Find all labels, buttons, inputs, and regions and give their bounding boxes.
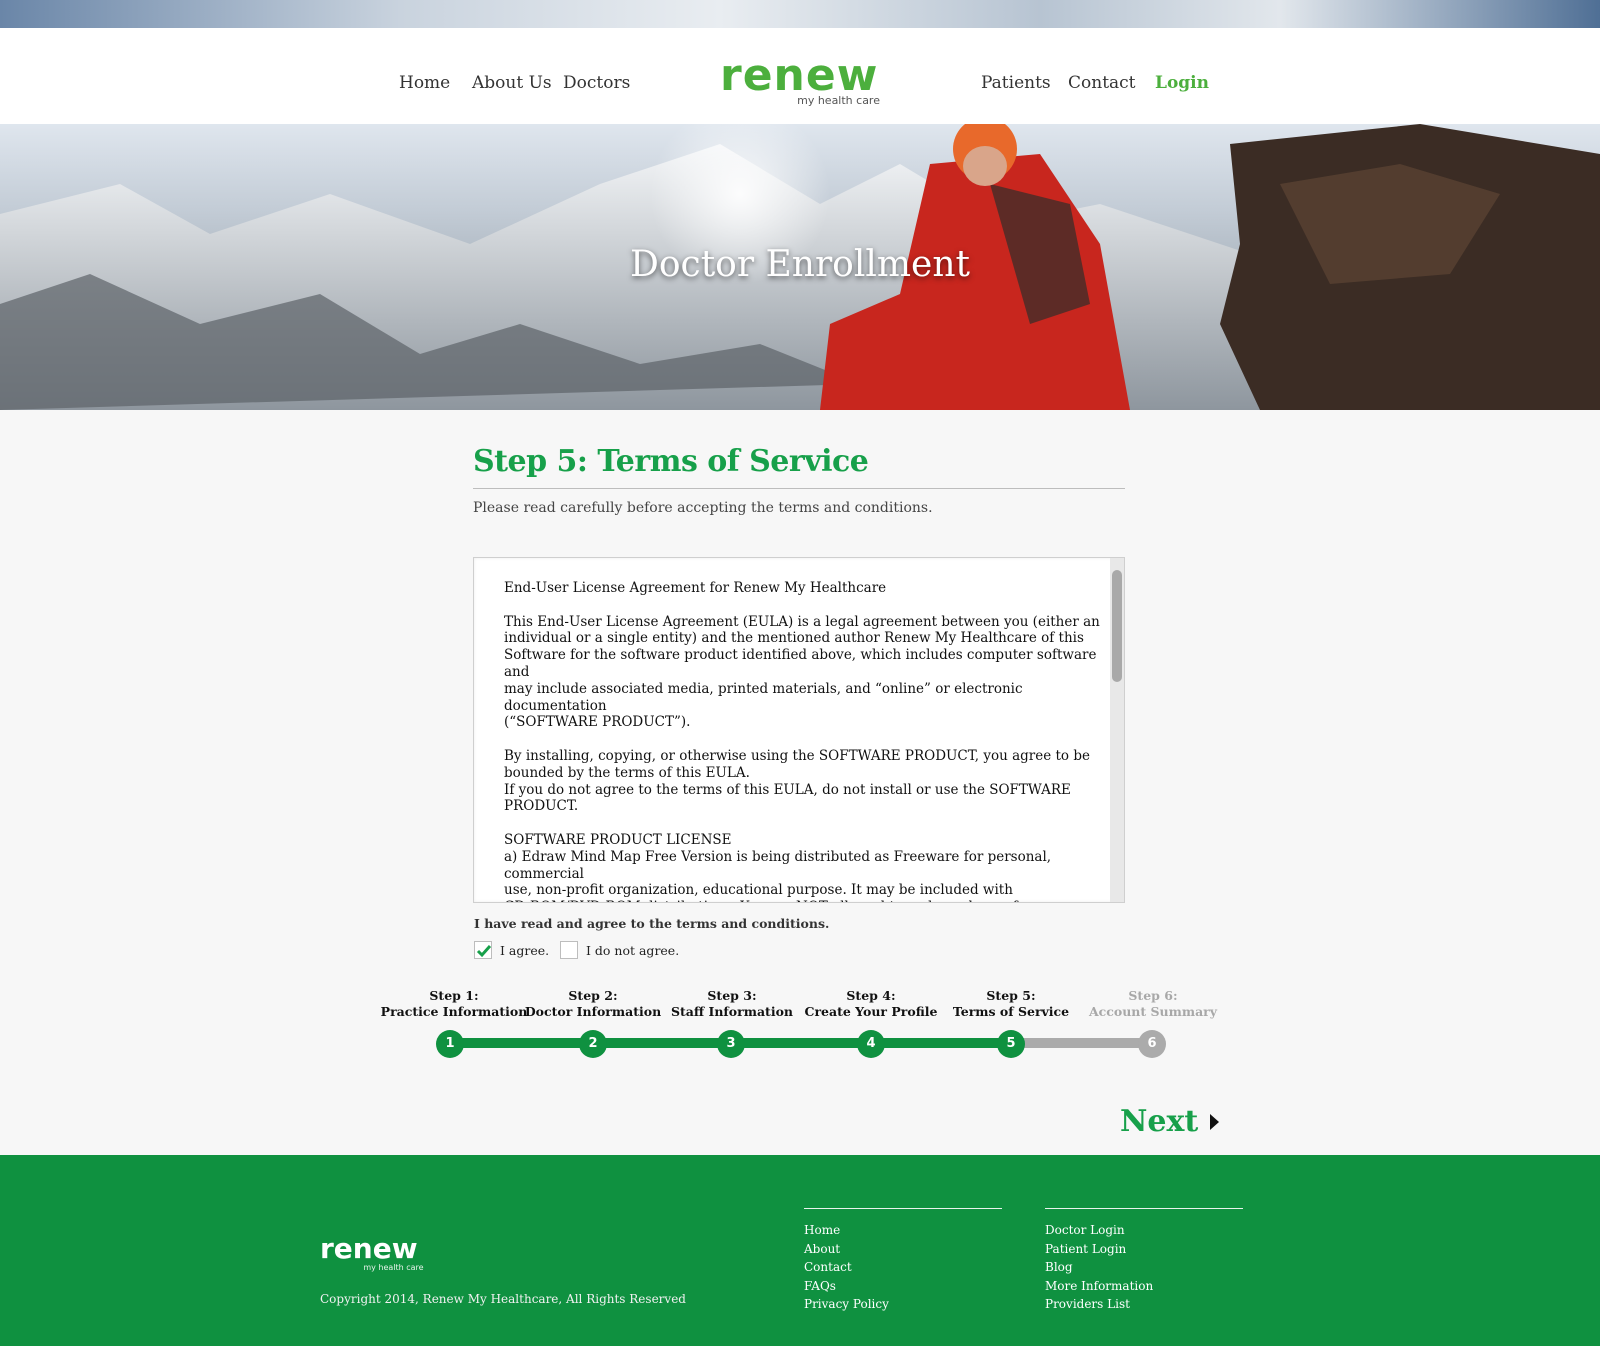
- progress-step-label-1: Step 1: Practice Information: [379, 988, 529, 1020]
- nav-home[interactable]: Home: [399, 73, 450, 93]
- eula-paragraph: End-User License Agreement for Renew My …: [504, 580, 887, 596]
- title-divider: [473, 488, 1125, 489]
- eula-text: End-User License Agreement for Renew My …: [504, 580, 1104, 902]
- progress-node-1[interactable]: 1: [436, 1030, 464, 1058]
- eula-scrollbar-thumb[interactable]: [1112, 570, 1122, 682]
- top-sky-banner: [0, 0, 1600, 28]
- next-button-label: Next: [1120, 1104, 1199, 1139]
- progress-step-name: Doctor Information: [524, 1004, 662, 1019]
- next-button[interactable]: Next: [1120, 1104, 1220, 1139]
- hero-title: Doctor Enrollment: [630, 244, 970, 285]
- footer-link-more-information[interactable]: More Information: [1045, 1277, 1243, 1296]
- footer-link-privacy-policy[interactable]: Privacy Policy: [804, 1295, 1002, 1314]
- disagree-option-label: I do not agree.: [586, 942, 680, 958]
- progress-step-name: Create Your Profile: [804, 1004, 938, 1019]
- footer-link-doctor-login[interactable]: Doctor Login: [1045, 1221, 1243, 1240]
- progress-step-number-text: Step 3:: [707, 988, 757, 1003]
- arrow-right-icon: [1210, 1113, 1220, 1130]
- progress-step-number-text: Step 2:: [568, 988, 618, 1003]
- step-subtitle: Please read carefully before accepting t…: [473, 500, 933, 516]
- progress-node-6: 6: [1138, 1030, 1166, 1058]
- step-title: Step 5: Terms of Service: [473, 444, 869, 479]
- nav-contact[interactable]: Contact: [1068, 73, 1136, 93]
- nav-doctors[interactable]: Doctors: [563, 73, 630, 93]
- brand-logo-word: renew: [720, 50, 879, 101]
- progress-node-5[interactable]: 5: [997, 1030, 1025, 1058]
- check-icon: [476, 945, 492, 958]
- disagree-checkbox[interactable]: [560, 941, 578, 959]
- footer-links-main: Home About Contact FAQs Privacy Policy: [804, 1208, 1002, 1314]
- nav-login[interactable]: Login: [1155, 73, 1209, 93]
- progress-step-number-text: Step 5:: [986, 988, 1036, 1003]
- footer-logo-word: renew: [320, 1232, 418, 1265]
- brand-logo-tagline: my health care: [797, 94, 880, 107]
- footer-links-secondary: Doctor Login Patient Login Blog More Inf…: [1045, 1208, 1243, 1314]
- agree-option-label: I agree.: [500, 942, 550, 958]
- agreement-label: I have read and agree to the terms and c…: [474, 916, 830, 931]
- brand-logo[interactable]: renew my health care: [720, 54, 880, 114]
- nav-about-us[interactable]: About Us: [472, 73, 552, 93]
- progress-step-name: Staff Information: [670, 1004, 794, 1019]
- eula-scrollbar[interactable]: [1110, 558, 1124, 902]
- progress-step-label-2: Step 2: Doctor Information: [518, 988, 668, 1020]
- progress-step-label-3: Step 3: Staff Information: [657, 988, 807, 1020]
- footer-logo-tagline: my health care: [363, 1263, 424, 1272]
- progress-node-4[interactable]: 4: [857, 1030, 885, 1058]
- progress-step-label-5: Step 5: Terms of Service: [936, 988, 1086, 1020]
- footer-link-blog[interactable]: Blog: [1045, 1258, 1243, 1277]
- site-header: Home About Us Doctors renew my health ca…: [0, 28, 1600, 124]
- progress-step-name: Practice Information: [380, 1004, 528, 1019]
- footer-link-providers-list[interactable]: Providers List: [1045, 1295, 1243, 1314]
- eula-scroll-box[interactable]: End-User License Agreement for Renew My …: [473, 557, 1125, 903]
- progress-step-label-6: Step 6: Account Summary: [1078, 988, 1228, 1020]
- footer-link-contact[interactable]: Contact: [804, 1258, 1002, 1277]
- progress-step-number-text: Step 1:: [429, 988, 479, 1003]
- eula-paragraph: By installing, copying, or otherwise usi…: [504, 747, 1090, 815]
- progress-node-3[interactable]: 3: [717, 1030, 745, 1058]
- footer-link-patient-login[interactable]: Patient Login: [1045, 1240, 1243, 1259]
- footer-link-about[interactable]: About: [804, 1240, 1002, 1259]
- progress-step-number-text: Step 4:: [846, 988, 896, 1003]
- site-footer: renew my health care Copyright 2014, Ren…: [0, 1155, 1600, 1346]
- progress-step-number-text: Step 6:: [1128, 988, 1178, 1003]
- footer-copyright: Copyright 2014, Renew My Healthcare, All…: [320, 1292, 686, 1306]
- agree-option[interactable]: I agree.: [474, 941, 549, 959]
- progress-node-2[interactable]: 2: [579, 1030, 607, 1058]
- nav-patients[interactable]: Patients: [981, 73, 1051, 93]
- enrollment-main: Step 5: Terms of Service Please read car…: [0, 410, 1600, 1155]
- agree-checkbox[interactable]: [474, 941, 492, 959]
- progress-step-name: Terms of Service: [952, 1004, 1070, 1019]
- disagree-option[interactable]: I do not agree.: [560, 941, 679, 959]
- progress-track-remaining: [1011, 1038, 1152, 1048]
- footer-logo[interactable]: renew my health care: [320, 1232, 424, 1273]
- progress-step-label-4: Step 4: Create Your Profile: [796, 988, 946, 1020]
- progress-step-name: Account Summary: [1088, 1004, 1218, 1019]
- eula-paragraph: SOFTWARE PRODUCT LICENSE a) Edraw Mind M…: [504, 831, 1052, 902]
- footer-link-home[interactable]: Home: [804, 1221, 1002, 1240]
- eula-paragraph: This End-User License Agreement (EULA) i…: [504, 613, 1100, 731]
- footer-link-faqs[interactable]: FAQs: [804, 1277, 1002, 1296]
- hero-banner: Doctor Enrollment: [0, 124, 1600, 410]
